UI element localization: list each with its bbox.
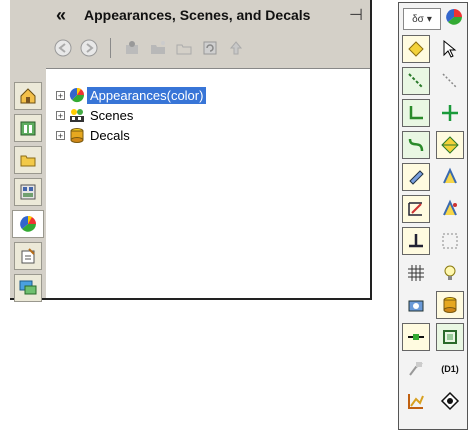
panel-title: Appearances, Scenes, and Decals [84, 7, 311, 23]
view-dropdown[interactable]: δσ ▾ [403, 8, 441, 30]
tree-item-label: Decals [90, 127, 130, 143]
expand-icon[interactable]: + [56, 110, 65, 120]
vertical-tab-bar [10, 82, 44, 306]
appearance-ball-icon[interactable] [445, 8, 463, 31]
tree-item-label: Appearances(color) [87, 86, 207, 104]
toolbar-separator [110, 38, 111, 58]
collapse-button[interactable]: « [46, 5, 76, 26]
origin-icon[interactable] [402, 99, 430, 127]
view-toolbar-strip: δσ ▾ (D1) [398, 2, 468, 430]
camera-icon[interactable] [402, 291, 430, 319]
pin-icon[interactable]: ⊣ [342, 5, 370, 25]
custom-properties-icon[interactable] [14, 242, 42, 270]
back-icon[interactable] [52, 37, 74, 59]
strip-button-grid: (D1) [399, 35, 467, 418]
file-explorer-icon[interactable] [14, 146, 42, 174]
appearance-tree: + Appearances(color) + Scenes + Decals [46, 68, 370, 298]
open-folder-icon[interactable] [147, 37, 169, 59]
view-dropdown-label: δσ [412, 13, 424, 25]
temp-axis-icon[interactable] [436, 67, 464, 95]
axis-icon[interactable] [402, 67, 430, 95]
grid-dotted-icon[interactable] [436, 227, 464, 255]
dimension-names-text: (D1) [441, 364, 459, 374]
forum-icon[interactable] [14, 274, 42, 302]
expand-icon[interactable]: + [56, 130, 65, 140]
tree-item-appearances[interactable]: + Appearances(color) [46, 85, 370, 105]
sketch-relations-icon[interactable] [436, 195, 464, 223]
dimension-names-label[interactable]: (D1) [436, 355, 464, 383]
paint-icon[interactable] [121, 37, 143, 59]
expand-icon[interactable]: + [56, 90, 65, 100]
lightbulb-icon[interactable] [436, 259, 464, 287]
point-icon[interactable] [436, 99, 464, 127]
tree-item-label: Scenes [90, 107, 134, 123]
view-orientation-icon[interactable] [436, 387, 464, 415]
color-ball-icon [69, 87, 85, 103]
new-folder-icon[interactable] [173, 37, 195, 59]
tree-item-scenes[interactable]: + Scenes [46, 105, 370, 125]
grid-icon[interactable] [402, 259, 430, 287]
sketch-chart-icon[interactable] [402, 387, 430, 415]
home-icon[interactable] [14, 82, 42, 110]
scene-icon [69, 107, 85, 123]
refresh-icon[interactable] [199, 37, 221, 59]
decal-icon [69, 127, 85, 143]
decals-stack-icon[interactable] [436, 291, 464, 319]
hide-show-icon[interactable] [402, 35, 430, 63]
forward-icon[interactable] [78, 37, 100, 59]
dimension-icon[interactable] [402, 163, 430, 191]
panel-title-bar: « Appearances, Scenes, and Decals ⊣ [46, 0, 370, 30]
annotation-icon[interactable] [436, 163, 464, 191]
plane-icon[interactable] [402, 227, 430, 255]
curve-icon[interactable] [402, 131, 430, 159]
weld-bead-icon[interactable] [402, 323, 430, 351]
design-library-icon[interactable] [14, 114, 42, 142]
routing-icon[interactable] [402, 355, 430, 383]
strip-header: δσ ▾ [399, 3, 467, 35]
sketch-icon[interactable] [402, 195, 430, 223]
live-section-icon[interactable] [436, 323, 464, 351]
up-icon[interactable] [225, 37, 247, 59]
view-palette-icon[interactable] [14, 178, 42, 206]
mouse-cursor-icon [436, 35, 464, 63]
task-pane: « Appearances, Scenes, and Decals ⊣ + Ap… [10, 0, 372, 302]
panel-toolbar [46, 32, 370, 64]
appearances-icon[interactable] [12, 210, 44, 238]
tree-item-decals[interactable]: + Decals [46, 125, 370, 145]
chevron-down-icon: ▾ [426, 13, 432, 25]
route-point-icon[interactable] [436, 131, 464, 159]
